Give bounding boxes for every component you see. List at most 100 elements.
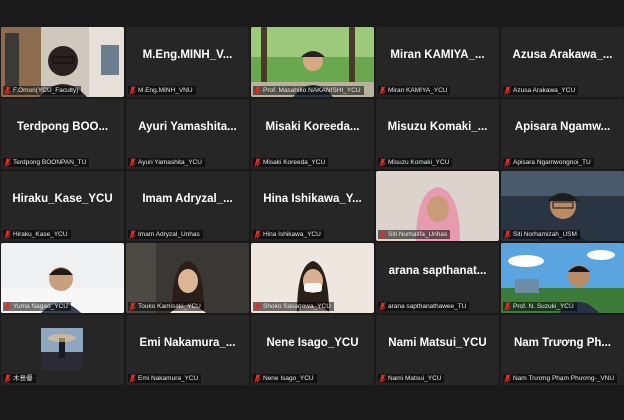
mic-muted-icon <box>504 86 513 95</box>
participant-name-label: Misaki Koreeda_YCU <box>253 158 329 167</box>
participant-tile[interactable]: Yuma Nagao_YCU <box>1 243 124 313</box>
participant-name-label: Yuma Nagao_YCU <box>3 302 71 311</box>
participant-name-label: Hina Ishikawa_YCU <box>253 230 324 239</box>
participant-tile[interactable]: Imam Adryzal_... Imam Adryzal_Unhas <box>126 171 249 241</box>
participant-display-name: Hina Ishikawa_Y... <box>263 193 362 205</box>
participant-display-name: Imam Adryzal_... <box>142 193 233 205</box>
participant-name: Yuma Nagao_YCU <box>13 303 68 310</box>
participant-name-label: Ayuri Yamashita_YCU <box>128 158 205 167</box>
mic-muted-icon <box>379 230 388 239</box>
participant-name-label: Misuzu Komaki_YCU <box>378 158 453 167</box>
participant-tile[interactable]: Apisara Ngamw... Apisara Ngamwongnoi_TU <box>501 99 624 169</box>
participant-display-name: Nene Isago_YCU <box>266 337 359 349</box>
mic-muted-icon <box>4 230 13 239</box>
participant-name-label: Prof. Masahiko NAKANISHI_YCU <box>253 86 364 95</box>
mic-muted-icon <box>504 230 513 239</box>
participant-name: Emi Nakamura_YCU <box>138 375 199 382</box>
participant-tile[interactable]: Hina Ishikawa_Y... Hina Ishikawa_YCU <box>251 171 374 241</box>
participant-tile[interactable]: Hiraku_Kase_YCU Hiraku_Kase_YCU <box>1 171 124 241</box>
participant-name-label: Shoko Sasagawa_YCU <box>253 302 334 311</box>
participant-tile[interactable]: Shoko Sasagawa_YCU <box>251 243 374 313</box>
mic-muted-icon <box>379 158 388 167</box>
mic-muted-icon <box>129 302 138 311</box>
participant-name-label: Nam Trương Phạm Phương-_VNU <box>503 374 618 383</box>
participant-tile[interactable]: Ayuri Yamashita... Ayuri Yamashita_YCU <box>126 99 249 169</box>
participant-tile[interactable]: Nam Trương Ph... Nam Trương Phạm Phương-_… <box>501 315 624 385</box>
participant-tile[interactable]: Prof. N. Suzuki_YCU <box>501 243 624 313</box>
mic-muted-icon <box>4 302 13 311</box>
participant-name-label: F.Omori(YCU_Faculty) <box>3 86 82 95</box>
participant-name: Nam Trương Phạm Phương-_VNU <box>513 375 615 382</box>
participant-name: Terdpong BOONPAN_TU <box>13 159 87 166</box>
participant-name-label: Prof. N. Suzuki_YCU <box>503 302 577 311</box>
mic-muted-icon <box>254 86 263 95</box>
mic-muted-icon <box>4 86 13 95</box>
participant-display-name: Nami Matsui_YCU <box>388 337 487 349</box>
participant-name: Touko Kamisaki_YCU <box>138 303 201 310</box>
participant-name: Siti Nurhalifa_Unhas <box>388 231 448 238</box>
participant-name-label: Hiraku_Kase_YCU <box>3 230 71 239</box>
participant-display-name: arana sapthanat... <box>388 265 487 277</box>
mic-muted-icon <box>4 158 13 167</box>
participant-name: Hiraku_Kase_YCU <box>13 231 68 238</box>
profile-picture <box>41 328 83 370</box>
participant-name: Siti Norhamizah_USM <box>513 231 577 238</box>
participant-name: F.Omori(YCU_Faculty) <box>13 87 79 94</box>
participant-tile[interactable]: Siti Norhamizah_USM <box>501 171 624 241</box>
participant-tile[interactable]: Misaki Koreeda... Misaki Koreeda_YCU <box>251 99 374 169</box>
participant-name-label: Terdpong BOONPAN_TU <box>3 158 90 167</box>
participant-name: Imam Adryzal_Unhas <box>138 231 200 238</box>
participant-tile[interactable]: Prof. Masahiko NAKANISHI_YCU <box>251 27 374 97</box>
participant-name: Prof. Masahiko NAKANISHI_YCU <box>263 87 361 94</box>
participant-name-label: 木島優 <box>3 374 36 383</box>
mic-muted-icon <box>504 374 513 383</box>
participant-tile[interactable]: 木島優 <box>1 315 124 385</box>
participant-tile[interactable]: Azusa Arakawa_... Azusa Arakawa_YCU <box>501 27 624 97</box>
participant-name: Nene Isago_YCU <box>263 375 314 382</box>
participant-name-label: Imam Adryzal_Unhas <box>128 230 203 239</box>
mic-muted-icon <box>379 86 388 95</box>
participant-tile[interactable]: arana sapthanat... arana sapthanathawee_T… <box>376 243 499 313</box>
participant-tile[interactable]: Misuzu Komaki_... Misuzu Komaki_YCU <box>376 99 499 169</box>
participant-display-name: M.Eng.MINH_V... <box>142 49 233 61</box>
participant-tile[interactable]: Emi Nakamura_... Emi Nakamura_YCU <box>126 315 249 385</box>
mic-muted-icon <box>129 86 138 95</box>
participant-tile[interactable]: Miran KAMIYA_... Miran KAMIYA_YCU <box>376 27 499 97</box>
mic-muted-icon <box>254 158 263 167</box>
participant-tile[interactable]: Nene Isago_YCU Nene Isago_YCU <box>251 315 374 385</box>
participant-tile[interactable]: M.Eng.MINH_V... M.Eng.MINH_VNU <box>126 27 249 97</box>
participant-name-label: Nami Matsui_YCU <box>378 374 445 383</box>
mic-muted-icon <box>254 230 263 239</box>
mic-muted-icon <box>4 374 13 383</box>
participant-name-label: Azusa Arakawa_YCU <box>503 86 579 95</box>
participant-name-label: Miran KAMIYA_YCU <box>378 86 451 95</box>
participant-display-name: Apisara Ngamw... <box>514 121 611 133</box>
participant-name: M.Eng.MINH_VNU <box>138 87 193 94</box>
participant-name-label: Apisara Ngamwongnoi_TU <box>503 158 594 167</box>
participant-name: Azusa Arakawa_YCU <box>513 87 576 94</box>
participant-name-label: Nene Isago_YCU <box>253 374 317 383</box>
participant-display-name: Misuzu Komaki_... <box>387 121 488 133</box>
participant-name: Ayuri Yamashita_YCU <box>138 159 202 166</box>
participant-name: arana sapthanathawee_TU <box>388 303 467 310</box>
participant-tile[interactable]: F.Omori(YCU_Faculty) <box>1 27 124 97</box>
participant-tile[interactable]: Siti Nurhalifa_Unhas <box>376 171 499 241</box>
participant-display-name: Hiraku_Kase_YCU <box>12 193 113 205</box>
participant-name-label: Touko Kamisaki_YCU <box>128 302 204 311</box>
participant-display-name: Misaki Koreeda... <box>265 121 360 133</box>
participant-tile[interactable]: Touko Kamisaki_YCU <box>126 243 249 313</box>
participant-tile[interactable]: Terdpong BOO... Terdpong BOONPAN_TU <box>1 99 124 169</box>
mic-muted-icon <box>379 374 388 383</box>
participant-name: Misuzu Komaki_YCU <box>388 159 450 166</box>
mic-muted-icon <box>129 158 138 167</box>
participant-name: 木島優 <box>13 375 33 382</box>
participant-display-name: Ayuri Yamashita... <box>138 121 237 133</box>
participant-name-label: Emi Nakamura_YCU <box>128 374 202 383</box>
participant-name: Hina Ishikawa_YCU <box>263 231 321 238</box>
participant-name: Misaki Koreeda_YCU <box>263 159 326 166</box>
participant-tile[interactable]: Nami Matsui_YCU Nami Matsui_YCU <box>376 315 499 385</box>
participant-name: Miran KAMIYA_YCU <box>388 87 448 94</box>
participant-name: Prof. N. Suzuki_YCU <box>513 303 574 310</box>
mic-muted-icon <box>254 302 263 311</box>
mic-muted-icon <box>379 302 388 311</box>
